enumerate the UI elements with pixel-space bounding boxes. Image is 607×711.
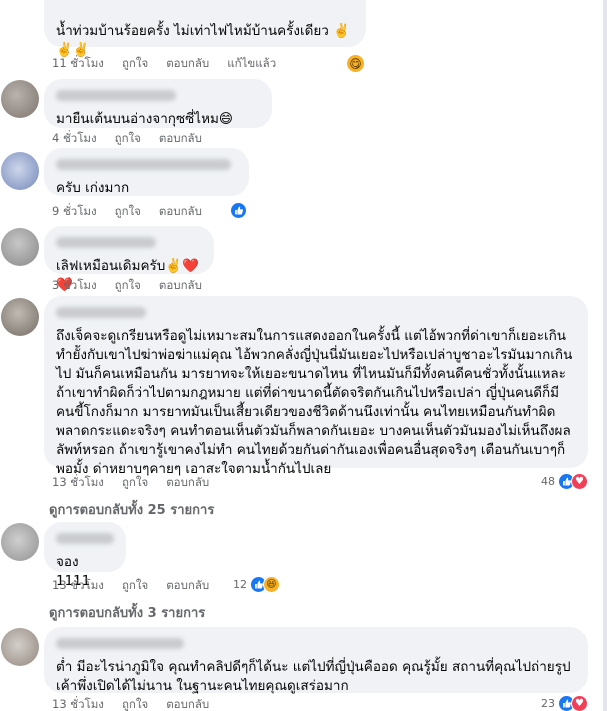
comment-timestamp[interactable]: 13 ชั่วโมง [52,696,104,711]
comment-bubble: ถึงเจ็คจะดูเกรียนหรือดูไม่เหมาะสมในการแส… [44,296,588,477]
comment-timestamp[interactable]: 4 ชั่วโมง [52,130,97,148]
reply-button[interactable]: ตอบกลับ [166,474,209,492]
comment-bubble: เลิฟเหมือนเดิมครับ✌️❤️❤️ [44,226,214,293]
avatar[interactable] [1,80,39,118]
like-button[interactable]: ถูกใจ [122,474,148,492]
like-icon [230,202,247,219]
comment-actions: 4 ชั่วโมง ถูกใจ ตอบกลับ [52,131,202,147]
haha-emoji-icon: 😆 [263,576,280,593]
reply-button[interactable]: ตอบกลับ [166,696,209,711]
reply-button[interactable]: ตอบกลับ [166,55,209,73]
like-button[interactable]: ถูกใจ [122,577,148,595]
reaction-count: 12 [233,578,247,591]
scrollbar-track[interactable] [603,0,607,711]
like-button[interactable]: ถูกใจ [122,55,148,73]
commenter-name-redacted [56,307,146,318]
like-button[interactable]: ถูกใจ [115,203,141,221]
commenter-name-redacted [56,159,231,170]
commenter-name-redacted [56,237,156,248]
reply-button[interactable]: ตอบกลับ [166,577,209,595]
comment-bubble: จอง 1111 [44,522,126,589]
comment-bubble: น้ำท่วมบ้านร้อยครั้ง ไม่เท่าไฟไหม้บ้านคร… [44,0,366,58]
comment-actions: 13 ชั่วโมง ถูกใจ ตอบกลับ [52,578,209,594]
comment-timestamp[interactable]: 13 ชั่วโมง [52,577,104,595]
view-replies-link[interactable]: ดูการตอบกลับทั้ง 3 รายการ [49,602,205,623]
commenter-name-redacted [56,90,176,101]
edited-label: แก้ไขแล้ว [227,56,277,70]
avatar[interactable] [1,152,39,190]
heart-icon: ♥ [571,695,588,711]
comment-text: มายืนเต้นบนอ่างจากุซซี่ไหม😄 [56,111,233,127]
comment-actions: 3 ชั่วโมง ถูกใจ ตอบกลับ [52,278,202,294]
comment-actions: 13 ชั่วโมง ถูกใจ ตอบกลับ [52,475,209,491]
like-button[interactable]: ถูกใจ [122,696,148,711]
comment-actions: 9 ชั่วโมง ถูกใจ ตอบกลับ [52,204,202,220]
reply-button[interactable]: ตอบกลับ [159,203,202,221]
comment-actions: 13 ชั่วโมง ถูกใจ ตอบกลับ [52,697,209,711]
comment-text: ต่ำ มีอะไรน่าภูมิใจ คุณทำคลิปดีๆก็ได้นะ … [56,659,575,694]
commenter-name-redacted [56,638,184,649]
comment-text: ครับ เก่งมาก [56,180,130,196]
comment-timestamp[interactable]: 3 ชั่วโมง [52,277,97,295]
heart-icon: ♥ [571,473,588,490]
reaction-count: 23 [541,697,555,710]
reaction-summary[interactable]: 23 ♥ [541,695,588,711]
comment-timestamp[interactable]: 11 ชั่วโมง [52,55,104,73]
commenter-name-redacted [56,533,114,544]
reaction-summary[interactable]: 😋 [346,54,365,73]
comment-thread: น้ำท่วมบ้านร้อยครั้ง ไม่เท่าไฟไหม้บ้านคร… [0,0,607,711]
avatar[interactable] [1,628,39,666]
reply-button[interactable]: ตอบกลับ [159,277,202,295]
reaction-summary[interactable]: 48 ♥ [541,473,588,490]
comment-bubble: มายืนเต้นบนอ่างจากุซซี่ไหม😄 [44,79,272,128]
reaction-count: 48 [541,475,555,488]
yummy-emoji-icon: 😋 [346,54,365,73]
comment-text: ถึงเจ็คจะดูเกรียนหรือดูไม่เหมาะสมในการแส… [56,328,573,477]
reaction-summary[interactable]: 12 😆 [233,576,280,593]
view-replies-link[interactable]: ดูการตอบกลับทั้ง 25 รายการ [49,499,214,520]
avatar[interactable] [1,228,39,266]
comment-bubble: ต่ำ มีอะไรน่าภูมิใจ คุณทำคลิปดีๆก็ได้นะ … [44,627,588,694]
avatar[interactable] [1,298,39,336]
reaction-summary[interactable] [230,202,247,219]
comment-timestamp[interactable]: 13 ชั่วโมง [52,474,104,492]
avatar[interactable] [1,523,39,561]
like-button[interactable]: ถูกใจ [115,130,141,148]
comment-timestamp[interactable]: 9 ชั่วโมง [52,203,97,221]
reply-button[interactable]: ตอบกลับ [159,130,202,148]
comment-actions: 11 ชั่วโมง ถูกใจ ตอบกลับ แก้ไขแล้ว [52,56,276,72]
like-button[interactable]: ถูกใจ [115,277,141,295]
comment-bubble: ครับ เก่งมาก [44,148,249,196]
